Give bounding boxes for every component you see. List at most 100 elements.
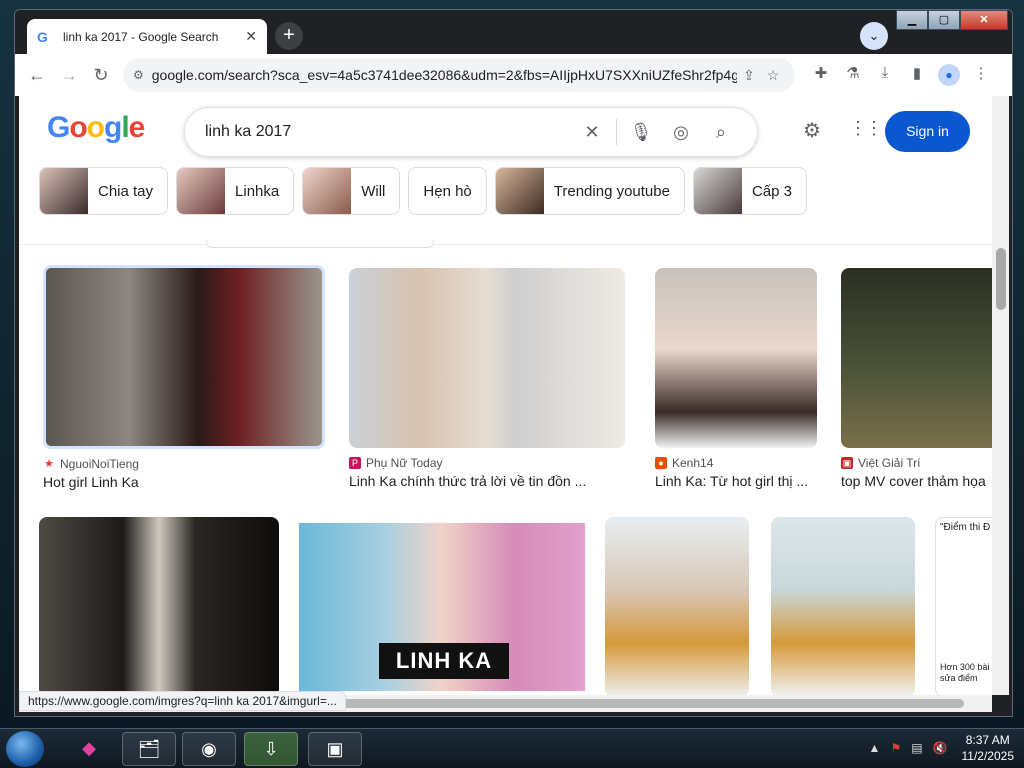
active-tab[interactable]: G linh ka 2017 - Google Search ✕ [27, 19, 267, 54]
chip-divider [19, 244, 992, 245]
search-query[interactable]: linh ka 2017 [205, 123, 572, 141]
pink-app-icon[interactable]: ◆ [62, 732, 116, 766]
clear-search-icon[interactable]: ✕ [572, 122, 612, 143]
chip-thumbnail [693, 168, 742, 214]
lab-icon[interactable]: ⚗ [837, 64, 869, 86]
result-image[interactable]: LINH KA [299, 523, 585, 691]
tab-strip: G linh ka 2017 - Google Search ✕ + ⌄ ▁ ▢… [15, 10, 1012, 54]
tab-search-button[interactable]: ⌄ [860, 22, 888, 50]
volume-muted-icon[interactable]: 🔇 [933, 741, 948, 755]
site-info-icon[interactable]: ⚙ [133, 68, 144, 82]
side-panel-icon[interactable]: ▮ [901, 64, 933, 86]
result-source: Kenh14 [672, 456, 714, 470]
file-explorer-icon[interactable]: 🗂 [122, 732, 176, 766]
clock[interactable]: 8:37 AM 11/2/2025 [962, 732, 1015, 764]
forward-button[interactable]: → [53, 59, 85, 91]
vertical-scrollbar[interactable] [992, 96, 1009, 695]
collapsed-panel-handle[interactable] [206, 240, 434, 248]
google-favicon-icon: G [37, 28, 48, 45]
window-controls: ▁ ▢ ✕ [896, 10, 1008, 30]
result-image[interactable] [605, 517, 749, 695]
image-result[interactable]: "Điểm thi Đ Hơn 300 bài sửa điểm [935, 517, 992, 695]
download-manager-icon[interactable]: ⇩ [244, 732, 298, 766]
chip-linhka[interactable]: Linhka [176, 167, 295, 215]
microphone-icon[interactable]: 🎙 [621, 122, 661, 143]
maximize-button[interactable]: ▢ [928, 10, 960, 30]
flag-warning-icon[interactable]: ⚑ [890, 741, 901, 755]
chip-trending-youtube[interactable]: Trending youtube [494, 167, 685, 215]
linh-ka-banner: LINH KA [379, 643, 509, 679]
vertical-scroll-thumb[interactable] [996, 248, 1006, 310]
lens-camera-icon[interactable]: ◎ [661, 122, 701, 143]
address-bar[interactable]: ⚙ google.com/search?sca_esv=4a5c3741dee3… [123, 58, 795, 92]
result-image[interactable] [841, 268, 992, 448]
profile-avatar-icon[interactable]: ● [938, 64, 960, 86]
image-result[interactable] [605, 517, 749, 695]
browser-window: G linh ka 2017 - Google Search ✕ + ⌄ ▁ ▢… [14, 9, 1013, 717]
chip-thumbnail [303, 168, 352, 214]
search-box[interactable]: linh ka 2017 ✕ 🎙 ◎ ⌕ [184, 107, 758, 157]
back-button[interactable]: ← [21, 59, 53, 91]
result-source: Việt Giải Trí [858, 456, 921, 470]
new-tab-button[interactable]: + [275, 22, 303, 50]
image-result[interactable] [771, 517, 915, 695]
sign-in-button[interactable]: Sign in [885, 111, 970, 152]
windows-taskbar: ◆ 🗂 ◉ ⇩ ▣ ▲ ⚑ ▤ 🔇 8:37 AM 11/2/2025 [0, 728, 1024, 768]
start-button[interactable] [6, 731, 44, 767]
system-tray: ▲ ⚑ ▤ 🔇 8:37 AM 11/2/2025 [869, 732, 1014, 764]
network-icon[interactable]: ▤ [911, 741, 922, 755]
show-hidden-icons-icon[interactable]: ▲ [869, 741, 881, 755]
chip-chia-tay[interactable]: Chia tay [39, 167, 169, 215]
settings-gear-icon[interactable]: ⚙ [803, 118, 821, 143]
image-result[interactable]: ● Kenh14 Linh Ka: Từ hot girl thị ... [655, 268, 817, 489]
google-images-page: Google linh ka 2017 ✕ 🎙 ◎ ⌕ ⚙ ⋮⋮⋮ Sign i… [19, 96, 992, 695]
extensions-icon[interactable]: ✚ [805, 64, 837, 86]
result-title[interactable]: Hot girl Linh Ka [43, 474, 325, 490]
share-icon[interactable]: ⇪ [737, 67, 761, 84]
close-window-button[interactable]: ✕ [960, 10, 1008, 30]
reload-button[interactable]: ↻ [85, 59, 117, 91]
image-result[interactable]: ▣ Việt Giải Trí top MV cover thảm họa [841, 268, 992, 489]
chip-thumbnail [495, 168, 544, 214]
phunutoday-source-icon: P [349, 457, 361, 469]
partial-caption-text: Hơn 300 bài sửa điểm [940, 662, 990, 683]
chip-hen-ho[interactable]: Hẹn hò [408, 167, 487, 215]
result-title[interactable]: Linh Ka chính thức trả lời về tin đồn ..… [349, 473, 625, 489]
result-image[interactable] [39, 517, 279, 695]
image-viewer-icon[interactable]: ▣ [308, 732, 362, 766]
tab-title: linh ka 2017 - Google Search [63, 29, 219, 44]
image-result[interactable]: LINH KA [299, 523, 585, 691]
result-title[interactable]: Linh Ka: Từ hot girl thị ... [655, 473, 817, 489]
chip-cap-3[interactable]: Cấp 3 [692, 167, 807, 215]
clock-date: 11/2/2025 [961, 749, 1015, 763]
url-text: google.com/search?sca_esv=4a5c3741dee320… [151, 67, 737, 83]
google-logo[interactable]: Google [47, 111, 145, 145]
menu-icon[interactable]: ⋮ [965, 64, 997, 86]
browser-toolbar: ← → ↻ ⚙ google.com/search?sca_esv=4a5c37… [15, 54, 1012, 96]
result-image[interactable] [349, 268, 625, 448]
result-image[interactable] [771, 517, 915, 695]
star-source-icon: ★ [44, 458, 54, 470]
search-icon[interactable]: ⌕ [701, 122, 741, 143]
kenh14-source-icon: ● [655, 457, 667, 469]
result-image[interactable] [655, 268, 817, 448]
minimize-button[interactable]: ▁ [896, 10, 928, 30]
image-result[interactable]: P Phụ Nữ Today Linh Ka chính thức trả lời… [349, 268, 625, 489]
image-result[interactable]: ★ NguoiNoiTieng Hot girl Linh Ka [43, 265, 325, 490]
clock-time: 8:37 AM [965, 733, 1010, 747]
chip-will[interactable]: Will [302, 167, 401, 215]
chip-thumbnail [40, 168, 88, 214]
result-image[interactable] [43, 265, 325, 449]
download-icon[interactable]: ⤓ [869, 64, 901, 86]
result-image[interactable]: "Điểm thi Đ Hơn 300 bài sửa điểm [935, 517, 992, 695]
image-result[interactable] [39, 517, 279, 695]
chip-thumbnail [177, 168, 226, 214]
related-search-chips: Chia tay Linhka Will Hẹn hò Trending you… [39, 167, 815, 215]
bookmark-star-icon[interactable]: ☆ [761, 67, 785, 84]
result-source: NguoiNoiTieng [60, 457, 139, 471]
chrome-icon[interactable]: ◉ [182, 732, 236, 766]
tab-close-icon[interactable]: ✕ [245, 28, 257, 45]
result-source: Phụ Nữ Today [366, 456, 443, 470]
search-divider [616, 119, 617, 145]
result-title[interactable]: top MV cover thảm họa [841, 473, 992, 489]
